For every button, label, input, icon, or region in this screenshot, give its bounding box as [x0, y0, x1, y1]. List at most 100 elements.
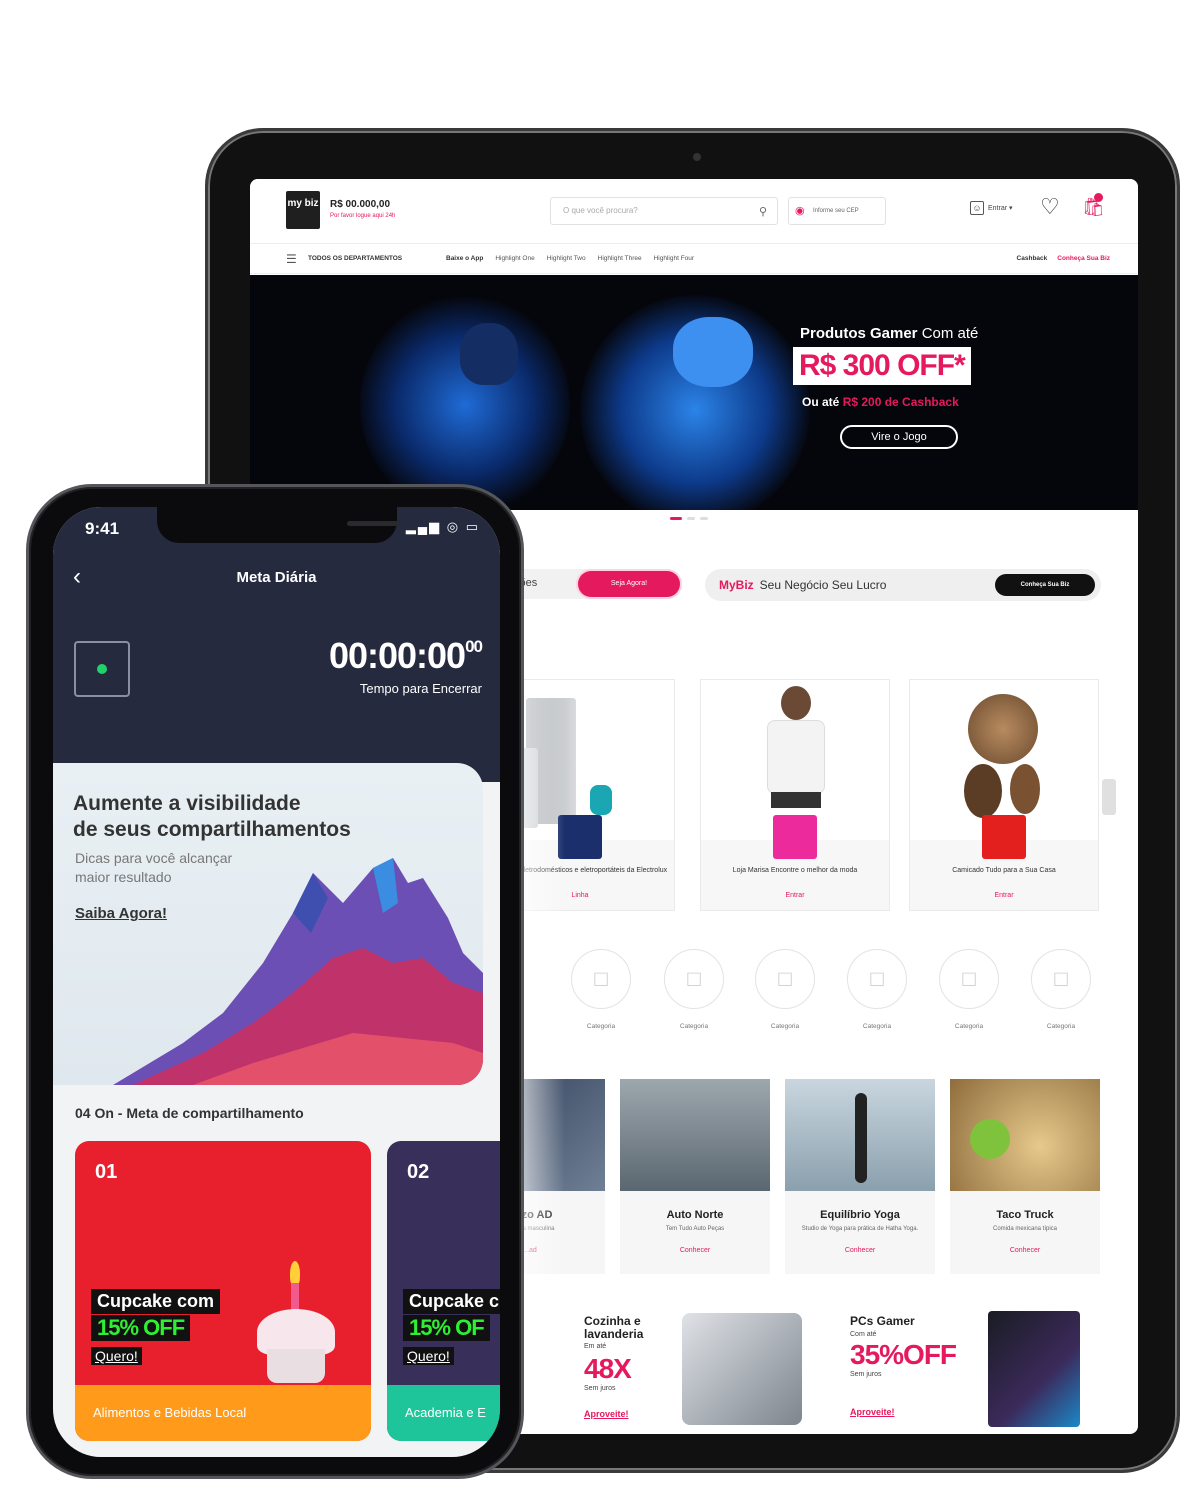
status-icons: ▂▄▆ ◎ ▭ [406, 519, 480, 535]
business-link[interactable]: Conhecer [950, 1247, 1100, 1254]
offer-tile[interactable]: 01 Cupcake com 15% OFF Quero! Alimentos … [75, 1141, 371, 1441]
vr-headset-figure [460, 323, 518, 385]
category-item[interactable]: □ Categoria [936, 949, 1002, 1030]
category-item[interactable]: □ Categoria [752, 949, 818, 1030]
category-item[interactable]: □ Categoria [844, 949, 910, 1030]
category-label: Categoria [954, 1023, 984, 1030]
promo-text: Seu Negócio Seu Lucro [759, 578, 887, 592]
cashback-link[interactable]: Cashback [1017, 255, 1048, 262]
battery-icon: ▭ [465, 519, 480, 534]
promo-button[interactable]: Conheça Sua Biz [995, 574, 1095, 596]
phone-speaker [347, 521, 401, 526]
hero-image-gamer-left [360, 295, 570, 510]
hero-price-badge: R$ 300 OFF* [793, 347, 971, 385]
cep-field[interactable]: ◉ Informe seu CEP [788, 197, 886, 225]
tip-sub-line2: maior resultado [75, 869, 172, 885]
hero-headline-bold: Produtos Gamer [800, 325, 918, 342]
gamer-hero-banner[interactable]: Produtos Gamer Com até R$ 300 OFF* Ou at… [250, 275, 1138, 510]
ad-discount: 35%OFF [850, 1339, 957, 1370]
business-image [950, 1079, 1100, 1191]
all-departments-link[interactable]: TODOS OS DEPARTAMENTOS [308, 255, 402, 262]
business-image [785, 1079, 935, 1191]
hero-cta-button[interactable]: Vire o Jogo [840, 425, 958, 449]
business-card[interactable]: Auto Norte Tem Tudo Auto Peças Conhecer [620, 1079, 770, 1274]
goal-status-indicator [74, 641, 130, 697]
know-your-biz-link[interactable]: Conheça Sua Biz [1057, 255, 1110, 262]
tablet-camera [693, 153, 701, 161]
store-link[interactable]: Entrar [701, 892, 889, 899]
chair-icon: □ [847, 949, 907, 1009]
category-label: Categoria [770, 1023, 800, 1030]
location-pin-icon: ◉ [795, 205, 805, 217]
ad-gamer-pcs[interactable]: PCs Gamer Com até 35%OFF Sem juros Aprov… [838, 1303, 1100, 1433]
login-label: Entrar [988, 204, 1008, 212]
phone-device: 9:41 ▂▄▆ ◎ ▭ ‹ Meta Diária 00:00:0000 Te… [26, 484, 524, 1479]
ad-link[interactable]: Aproveite! [850, 1407, 895, 1417]
category-item[interactable]: □ Categoria [661, 949, 727, 1030]
carousel-next-arrow[interactable] [1102, 779, 1116, 815]
business-card[interactable]: Taco Truck Comida mexicana típica Conhec… [950, 1079, 1100, 1274]
ad-small: Em até [584, 1343, 607, 1350]
nav-link[interactable]: Highlight One [495, 255, 534, 262]
tile-discount: 15% OFF [91, 1315, 191, 1341]
ad-title: PCs Gamer [850, 1314, 915, 1328]
chair-icon: □ [664, 949, 724, 1009]
ad-kitchen-laundry[interactable]: Cozinha e lavanderia Em até 48X Sem juro… [572, 1303, 822, 1433]
active-dot [97, 664, 107, 674]
business-link[interactable]: Conhecer [785, 1247, 935, 1254]
hero-sub-prefix: Ou até [802, 395, 843, 409]
business-desc: Studio de Yoga para prática de Hatha Yog… [801, 1226, 919, 1232]
tile-category: Alimentos e Bebidas Local [75, 1385, 371, 1441]
tip-card-subtitle: Dicas para você alcançar maior resultado [75, 849, 232, 887]
promo-brand: MyBiz [719, 578, 754, 592]
store-link[interactable]: Entrar [910, 892, 1098, 899]
nav-link[interactable]: Highlight Four [654, 255, 694, 262]
offer-tile[interactable]: 02 Cupcake c 15% OF Quero! Academia e E [387, 1141, 500, 1441]
nav-link[interactable]: Highlight Two [547, 255, 586, 262]
hero-headline: Produtos Gamer Com até [800, 325, 978, 342]
ad-title: Cozinha e lavanderia [584, 1314, 644, 1341]
chair-icon: □ [1031, 949, 1091, 1009]
search-input[interactable]: O que você procura? ⚲ [550, 197, 778, 225]
wishlist-heart-icon[interactable]: ♡ [1040, 196, 1060, 218]
tile-product: Cupcake com [91, 1289, 221, 1314]
visibility-tip-card[interactable]: Aumente a visibilidade de seus compartilh… [53, 763, 483, 1085]
nav-right-links: Cashback Conheça Sua Biz [1017, 255, 1110, 262]
login-button[interactable]: ☺ Entrar ▾ [970, 201, 1013, 215]
store-header: my biz R$ 00.000,00 Por favor logue aqui… [250, 179, 1138, 244]
nav-link[interactable]: Highlight Three [598, 255, 642, 262]
ad-installments: 48X [584, 1353, 632, 1384]
learn-more-link[interactable]: Saiba Agora! [75, 905, 167, 922]
vr-headset-figure [673, 317, 753, 387]
carousel-dot[interactable] [670, 517, 682, 520]
tile-number: 02 [407, 1161, 430, 1183]
chair-icon: □ [939, 949, 999, 1009]
category-item[interactable]: □ Categoria [1028, 949, 1094, 1030]
device-mockup-composite: my biz R$ 00.000,00 Por favor logue aqui… [0, 0, 1200, 1500]
tile-cta[interactable]: Quero! [403, 1347, 454, 1365]
carousel-dot[interactable] [700, 517, 708, 520]
store-card-camicado[interactable]: Camicado Tudo para a Sua Casa Entrar [909, 679, 1099, 911]
tile-cta[interactable]: Quero! [91, 1347, 142, 1365]
store-title: Camicado Tudo para a Sua Casa [952, 867, 1056, 874]
business-image [620, 1079, 770, 1191]
mybiz-promo-bar: MyBiz Seu Negócio Seu Lucro Conheça Sua B… [705, 569, 1101, 601]
phone-notch [157, 507, 401, 543]
tile-category: Academia e E [387, 1385, 500, 1441]
category-item[interactable]: □ Categoria [568, 949, 634, 1030]
store-cards: Escolha eletrodomésticos e eletroportáte… [485, 679, 1115, 911]
search-icon[interactable]: ⚲ [759, 205, 767, 218]
ad-link[interactable]: Aproveite! [584, 1409, 629, 1419]
hero-cashback-text: Ou até R$ 200 de Cashback [802, 395, 959, 409]
nav-link[interactable]: Baixe o App [446, 255, 483, 262]
pill-active[interactable]: Seja Agora! [578, 571, 680, 597]
timer-label: Tempo para Encerrar [359, 681, 482, 696]
business-link[interactable]: Conhecer [620, 1247, 770, 1254]
balance-note: Por favor logue aqui 24h [330, 213, 396, 219]
search-placeholder: O que você procura? [563, 206, 638, 215]
mybiz-logo[interactable]: my biz [286, 191, 320, 229]
business-card[interactable]: Equilíbrio Yoga Studio de Yoga para prát… [785, 1079, 935, 1274]
carousel-dot[interactable] [687, 517, 695, 520]
hamburger-menu-icon[interactable]: ☰ [286, 253, 297, 265]
store-card-marisa[interactable]: Loja Marisa Encontre o melhor da moda En… [700, 679, 890, 911]
